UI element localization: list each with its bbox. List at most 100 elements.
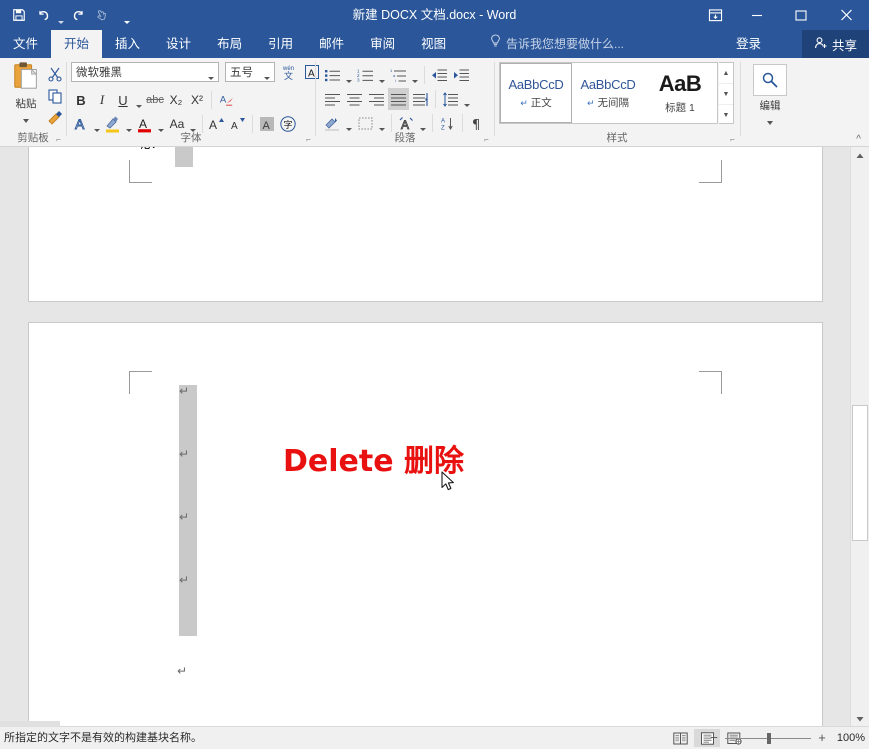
strikethrough-button[interactable]: abc — [145, 89, 165, 111]
ribbon: 粘贴 剪贴板 ⌐ 微软雅黑 — [0, 58, 869, 147]
svg-text:¶: ¶ — [472, 118, 480, 131]
styles-dialog-launcher[interactable]: ⌐ — [727, 134, 738, 145]
style-name: ↵ 无间隔 — [587, 95, 629, 110]
style-item-normal[interactable]: AaBbCcD ↵ 正文 — [500, 63, 572, 123]
collapse-ribbon-button[interactable]: ^ — [856, 134, 861, 145]
svg-text:A: A — [308, 69, 315, 80]
pilcrow-mark: ↵ — [179, 384, 189, 398]
clipboard-small-buttons — [44, 63, 66, 129]
paragraph-dialog-launcher[interactable]: ⌐ — [481, 134, 492, 145]
zoom-slider-handle[interactable] — [767, 733, 771, 744]
justify-button[interactable] — [388, 88, 409, 110]
tab-mailings[interactable]: 邮件 — [306, 30, 357, 58]
pilcrow-mark: ↵ — [179, 447, 189, 461]
paste-button[interactable]: 粘贴 — [6, 61, 46, 128]
bold-button[interactable]: B — [71, 89, 91, 111]
zoom-level-label[interactable]: 100% — [833, 729, 865, 747]
document-page-1: 诉我，我们的日子为什么一去不复返呢？聪明的，你告诉我，我们的日子为什么一去不复返… — [28, 147, 823, 302]
zoom-control: − + 100% — [709, 729, 865, 747]
editing-button[interactable]: 编辑 — [750, 64, 790, 130]
styles-gallery: AaBbCcD ↵ 正文 AaBbCcD ↵ 无间隔 AaB 标题 1 — [499, 62, 718, 124]
decrease-indent-button[interactable] — [429, 64, 450, 86]
zoom-slider[interactable] — [725, 729, 811, 747]
maximize-button[interactable] — [779, 0, 823, 30]
underline-button[interactable]: U — [113, 89, 133, 111]
tab-file[interactable]: 文件 — [0, 30, 51, 58]
svg-text:i: i — [395, 77, 396, 82]
read-mode-icon[interactable] — [667, 729, 693, 747]
numbering-button[interactable]: 123 — [355, 64, 376, 86]
italic-button[interactable]: I — [92, 89, 112, 111]
zoom-out-button[interactable]: − — [709, 729, 719, 747]
font-dialog-launcher[interactable]: ⌐ — [303, 134, 314, 145]
scroll-down-button[interactable] — [851, 710, 869, 727]
clipboard-dialog-launcher[interactable]: ⌐ — [53, 134, 64, 145]
styles-scroll-controls: ▲ ▼ ▼ — [719, 62, 734, 124]
font-size-dropdown-icon[interactable] — [264, 71, 270, 83]
distribute-button[interactable] — [410, 88, 431, 110]
style-item-heading1[interactable]: AaB 标题 1 — [644, 63, 716, 123]
close-button[interactable] — [823, 0, 869, 30]
document-page-2: ↵ ↵ ↵ ↵ ↵ Delete 删除 — [28, 322, 823, 727]
superscript-button[interactable]: X² — [187, 89, 207, 111]
share-button[interactable]: 共享 — [802, 30, 869, 58]
tab-view[interactable]: 视图 — [408, 30, 459, 58]
ribbon-tabs: 文件 开始 插入 设计 布局 引用 邮件 审阅 视图 — [0, 30, 459, 58]
tab-home[interactable]: 开始 — [51, 30, 102, 58]
align-right-button[interactable] — [366, 88, 387, 110]
word-window: 新建 DOCX 文档.docx - Word 文件 开始 插入 设计 布局 引用 — [0, 0, 869, 749]
status-bar: 所指定的文字不是有效的构建基块名称。 − + 100% — [0, 726, 869, 749]
scrollbar-thumb[interactable] — [852, 405, 868, 541]
font-name-input[interactable]: 微软雅黑 — [71, 62, 219, 82]
subscript-button[interactable]: X₂ — [166, 89, 186, 111]
styles-scroll-down-icon[interactable]: ▼ — [719, 84, 733, 105]
window-controls — [695, 0, 869, 30]
signin-link[interactable]: 登录 — [736, 30, 761, 58]
ribbon-display-options-icon[interactable] — [695, 0, 735, 30]
align-left-button[interactable] — [322, 88, 343, 110]
margin-corner-top-left — [129, 371, 152, 394]
font-name-value: 微软雅黑 — [76, 64, 122, 80]
pilcrow-mark: ↵ — [179, 573, 189, 587]
share-label: 共享 — [832, 35, 857, 54]
svg-text:文: 文 — [284, 70, 293, 81]
font-size-value: 五号 — [230, 64, 253, 80]
tab-references[interactable]: 引用 — [255, 30, 306, 58]
document-canvas[interactable]: 诉我，我们的日子为什么一去不复返呢？聪明的，你告诉我，我们的日子为什么一去不复返… — [0, 147, 851, 727]
paste-dropdown-icon[interactable] — [6, 110, 46, 128]
styles-scroll-up-icon[interactable]: ▲ — [719, 63, 733, 84]
styles-more-icon[interactable]: ▼ — [719, 105, 733, 125]
svg-text:3: 3 — [357, 77, 360, 82]
group-label-styles: 样式 — [494, 130, 740, 147]
tell-me-search[interactable]: 告诉我您想要做什么... — [490, 30, 624, 58]
vertical-scrollbar[interactable] — [850, 147, 869, 727]
clear-formatting-button[interactable]: A — [216, 89, 236, 111]
tab-insert[interactable]: 插入 — [102, 30, 153, 58]
multilevel-list-button[interactable]: 1ai — [388, 64, 409, 86]
zoom-in-button[interactable]: + — [817, 729, 827, 747]
style-name: ↵ 正文 — [520, 95, 551, 110]
format-painter-button[interactable] — [44, 107, 66, 129]
tab-design[interactable]: 设计 — [153, 30, 204, 58]
editing-dropdown-icon[interactable] — [750, 112, 790, 130]
phonetic-guide-button[interactable]: wén文 — [277, 61, 299, 83]
cut-button[interactable] — [44, 63, 66, 85]
font-name-dropdown-icon[interactable] — [208, 71, 214, 83]
increase-indent-button[interactable] — [451, 64, 472, 86]
copy-button[interactable] — [44, 85, 66, 107]
group-paragraph: 123 1ai — [316, 58, 494, 146]
tab-review[interactable]: 审阅 — [357, 30, 408, 58]
line-spacing-button[interactable] — [440, 88, 461, 110]
bullets-button[interactable] — [322, 64, 343, 86]
minimize-button[interactable] — [735, 0, 779, 30]
margin-corner-bottom-left — [129, 160, 152, 183]
font-size-input[interactable]: 五号 — [225, 62, 275, 82]
style-item-no-spacing[interactable]: AaBbCcD ↵ 无间隔 — [572, 63, 644, 123]
scroll-up-button[interactable] — [851, 147, 869, 164]
tell-me-placeholder: 告诉我您想要做什么... — [506, 30, 624, 58]
search-icon — [753, 64, 787, 96]
align-center-button[interactable] — [344, 88, 365, 110]
style-preview: AaBbCcD — [581, 77, 636, 92]
tab-layout[interactable]: 布局 — [204, 30, 255, 58]
paragraph-line-2: 呢？ — [137, 147, 164, 152]
